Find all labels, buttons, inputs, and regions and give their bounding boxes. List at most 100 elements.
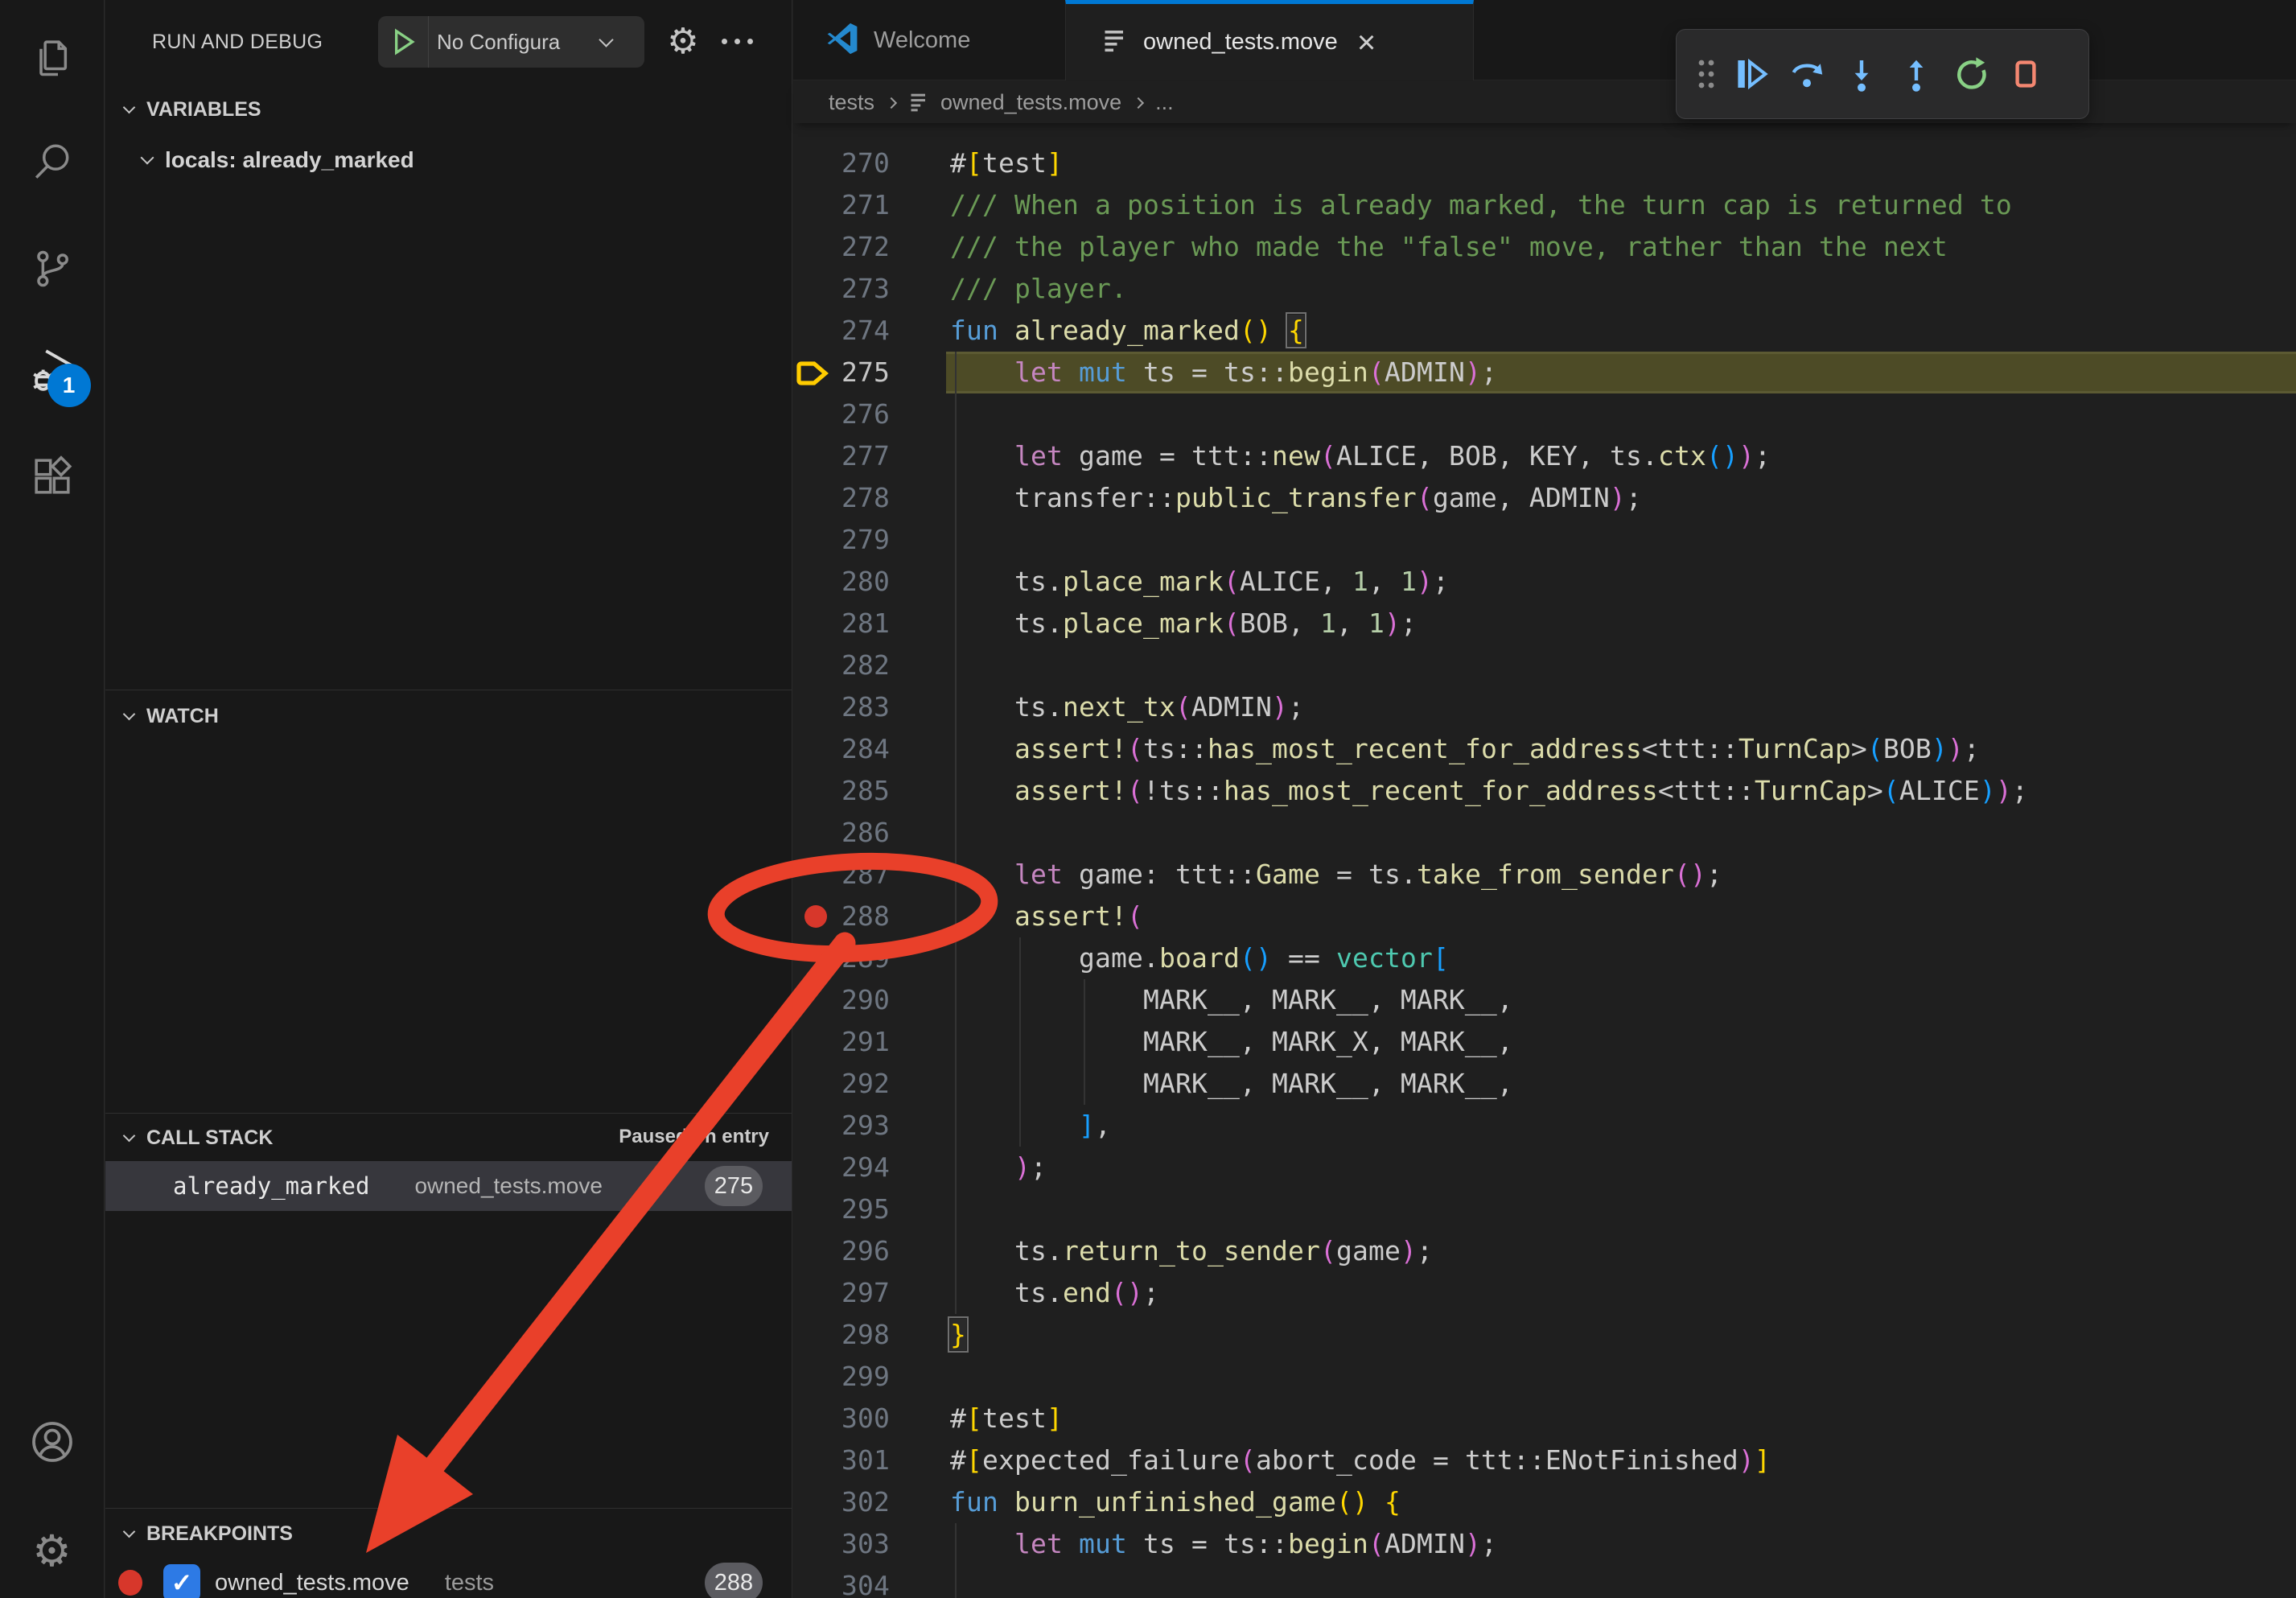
settings-gear-icon[interactable]: ⚙ [23,1522,81,1580]
code-line[interactable]: game.board() == vector[ [950,937,1449,979]
line-number[interactable]: 274 [793,310,890,352]
run-and-debug-icon[interactable]: 1 [23,341,81,399]
drag-grip-icon[interactable] [1688,47,1725,101]
account-icon[interactable] [23,1413,81,1471]
step-over-button[interactable] [1780,47,1834,101]
line-number[interactable]: 301 [793,1439,890,1481]
code-line[interactable]: #[expected_failure(abort_code = ttt::ENo… [950,1439,1771,1481]
watch-section-header[interactable]: WATCH [105,692,792,740]
code-line[interactable]: assert!(!ts::has_most_recent_for_address… [950,770,2028,812]
code-line[interactable]: MARK__, MARK_X, MARK__, [950,1021,1513,1063]
restart-button[interactable] [1944,47,1998,101]
continue-button[interactable] [1725,47,1780,101]
breakpoint-glyph-icon[interactable] [804,905,827,928]
code-line[interactable]: assert!( [950,896,1143,937]
line-number[interactable]: 282 [793,645,890,686]
line-number[interactable]: 296 [793,1230,890,1272]
line-number[interactable]: 279 [793,519,890,561]
line-number[interactable]: 278 [793,477,890,519]
configure-gear-button[interactable]: ⚙ [660,19,706,64]
tab-owned-tests-move[interactable]: owned_tests.move × [1065,0,1474,80]
stack-frame-row[interactable]: already_marked owned_tests.move 275 [105,1161,792,1211]
variables-section-header[interactable]: VARIABLES [105,85,792,134]
breakpoint-list-item[interactable]: ✓ owned_tests.move tests 288 [105,1559,792,1598]
start-debug-button[interactable] [378,26,428,58]
code-line[interactable]: /// When a position is already marked, t… [950,184,2012,226]
code-line[interactable]: ts.return_to_sender(game); [950,1230,1433,1272]
line-number[interactable]: 289 [793,937,890,979]
line-number[interactable]: 300 [793,1398,890,1439]
line-number[interactable]: 286 [793,812,890,854]
line-number[interactable]: 295 [793,1188,890,1230]
breakpoint-checkbox[interactable]: ✓ [163,1564,200,1598]
code-line[interactable]: ); [950,1147,1047,1188]
line-number[interactable]: 273 [793,268,890,310]
stop-button[interactable] [1998,47,2053,101]
line-number[interactable]: 304 [793,1565,890,1598]
code-line[interactable]: MARK__, MARK__, MARK__, [950,1063,1513,1105]
tab-welcome[interactable]: Welcome [793,0,1065,80]
line-number[interactable]: 285 [793,770,890,812]
chevron-down-icon [123,101,136,113]
source-control-icon[interactable] [23,240,81,298]
sidebar-title: RUN AND DEBUG [152,0,323,84]
breadcrumb-folder[interactable]: tests [829,90,874,115]
editor-group: Welcome owned_tests.move × [793,0,2296,1598]
line-number[interactable]: 302 [793,1481,890,1523]
code-line[interactable]: let game: ttt::Game = ts.take_from_sende… [950,854,1722,896]
line-number[interactable]: 299 [793,1356,890,1398]
search-icon[interactable] [23,134,81,192]
code-line[interactable]: #[test] [950,1398,1063,1439]
close-icon[interactable]: × [1357,27,1376,59]
line-number[interactable]: 284 [793,728,890,770]
line-number[interactable]: 297 [793,1272,890,1314]
code-line[interactable]: ts.end(); [950,1272,1159,1314]
code-editor[interactable]: 270 #[test] 271 /// When a position is alre… [793,142,2296,1598]
step-out-button[interactable] [1889,47,1944,101]
line-number[interactable]: 271 [793,184,890,226]
breadcrumb-file[interactable]: owned_tests.move [940,90,1121,115]
locals-scope-row[interactable]: locals: already_marked [105,135,792,185]
chevron-down-icon [141,151,154,165]
views-more-button[interactable] [722,39,753,44]
line-number[interactable]: 292 [793,1063,890,1105]
line-number[interactable]: 270 [793,142,890,184]
launch-config-control[interactable]: No Configura [378,16,644,68]
code-line[interactable]: MARK__, MARK__, MARK__, [950,979,1513,1021]
gear-icon: ⚙ [667,24,698,60]
line-number[interactable]: 287 [793,854,890,896]
line-number[interactable]: 281 [793,603,890,645]
explorer-icon[interactable] [23,29,81,87]
line-number[interactable]: 298 [793,1314,890,1356]
extensions-icon[interactable] [23,447,81,505]
code-line[interactable]: transfer::public_transfer(game, ADMIN); [950,477,1642,519]
code-line[interactable]: ts.place_mark(BOB, 1, 1); [950,603,1417,645]
line-number[interactable]: 293 [793,1105,890,1147]
line-number[interactable]: 290 [793,979,890,1021]
code-line[interactable]: assert!(ts::has_most_recent_for_address<… [950,728,1980,770]
code-line[interactable]: let mut ts = ts::begin(ADMIN); [950,352,1497,393]
config-dropdown[interactable]: No Configura [437,30,607,55]
line-number[interactable]: 303 [793,1523,890,1565]
code-line[interactable]: fun already_marked() { [950,310,1304,352]
code-line[interactable]: /// the player who made the "false" move… [950,226,1948,268]
line-number[interactable]: 277 [793,435,890,477]
breakpoints-section-header[interactable]: BREAKPOINTS [105,1509,792,1558]
code-line[interactable]: let game = ttt::new(ALICE, BOB, KEY, ts.… [950,435,1771,477]
code-line[interactable]: ], [950,1105,1111,1147]
code-line[interactable]: #[test] [950,142,1063,184]
code-line[interactable]: let mut ts = ts::begin(ADMIN); [950,1523,1497,1565]
line-number[interactable]: 291 [793,1021,890,1063]
code-line[interactable]: ts.place_mark(ALICE, 1, 1); [950,561,1449,603]
code-line[interactable]: /// player. [950,268,1127,310]
breadcrumb-symbol[interactable]: ... [1155,90,1174,115]
line-number[interactable]: 276 [793,393,890,435]
line-number[interactable]: 294 [793,1147,890,1188]
line-number[interactable]: 280 [793,561,890,603]
code-line[interactable]: fun burn_unfinished_game() { [950,1481,1401,1523]
line-number[interactable]: 272 [793,226,890,268]
step-into-button[interactable] [1834,47,1889,101]
line-number[interactable]: 283 [793,686,890,728]
code-line[interactable]: ts.next_tx(ADMIN); [950,686,1304,728]
code-line[interactable]: } [950,1314,966,1356]
